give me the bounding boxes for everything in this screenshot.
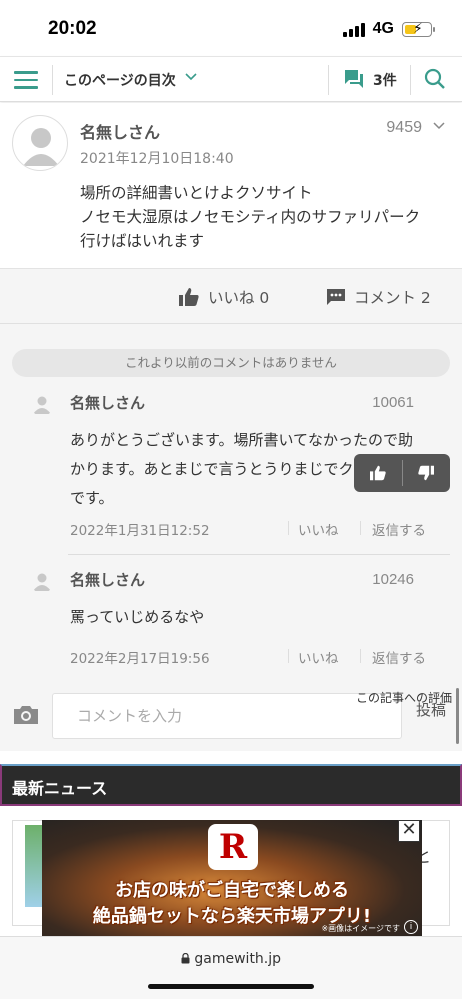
comment-button[interactable]: コメント 2 — [326, 286, 431, 308]
reply-line: ありがとうございます。場所書いてなかったので助 — [70, 431, 414, 449]
like-button[interactable]: いいね 0 — [178, 286, 269, 308]
news-header: 最新ニュース — [0, 764, 462, 806]
divider — [288, 521, 289, 535]
network-type: 4G — [372, 20, 394, 37]
rakuten-ad[interactable]: R お店の味がご自宅で楽しめる 絶品鍋セットなら楽天市場アプリ! ※画像はイメー… — [42, 820, 422, 936]
status-indicators: 4G ⚡ — [342, 20, 435, 38]
ad-line: お店の味がご自宅で楽しめる — [115, 880, 349, 901]
comment-icon — [327, 289, 345, 305]
lock-icon — [181, 952, 190, 964]
article-vote-box — [354, 454, 450, 492]
url-text: gamewith.jp — [194, 951, 282, 967]
status-bar: 20:02 4G ⚡ — [0, 0, 462, 56]
comment-body: 場所の詳細書いとけよクソサイト ノセモ大湿原はノセモシティ内のサファリパーク 行… — [80, 181, 452, 253]
divider — [360, 649, 361, 663]
avatar — [30, 392, 54, 416]
reply-like-button[interactable]: いいね — [298, 647, 339, 667]
divider — [360, 521, 361, 535]
reply-number: 10246 — [372, 571, 414, 588]
signal-icon — [342, 21, 365, 37]
comment-date: 2021年12月10日18:40 — [80, 151, 234, 167]
chevron-down-icon[interactable] — [184, 69, 198, 87]
page-toolbar: このページの目次 3件 — [0, 56, 462, 102]
comment-input[interactable]: コメントを入力 — [52, 693, 402, 739]
comment-line: 場所の詳細書いとけよクソサイト — [80, 184, 313, 202]
toolbar-divider — [328, 65, 329, 95]
comment-label: コメント 2 — [354, 289, 431, 307]
main-comment: 名無しさん 9459 2021年12月10日18:40 場所の詳細書いとけよクソ… — [0, 103, 462, 269]
search-icon[interactable] — [424, 68, 446, 90]
info-icon[interactable]: i — [404, 920, 418, 934]
status-time: 20:02 — [48, 18, 97, 39]
comment-thread: いいね 0 コメント 2 これより以前のコメントはありません 名無しさん 100… — [0, 269, 462, 751]
reply-item: 名無しさん 10246 罵っていじめるなや 2022年2月17日19:56 いい… — [30, 569, 450, 669]
close-icon[interactable]: ✕ — [398, 820, 420, 842]
thumbs-up-icon — [369, 465, 386, 481]
camera-icon[interactable] — [12, 704, 40, 726]
thumbs-down-icon — [418, 465, 435, 481]
comment-author: 名無しさん — [80, 123, 161, 142]
post-button[interactable]: 投稿 — [416, 699, 446, 720]
reply-meta: 2022年2月17日19:56 いいね 返信する — [70, 647, 450, 667]
chevron-down-icon[interactable] — [432, 118, 446, 136]
toolbar-divider — [52, 65, 53, 95]
toolbar-divider — [410, 65, 411, 95]
no-older-comments: これより以前のコメントはありません — [12, 349, 450, 377]
reply-like-button[interactable]: いいね — [298, 519, 339, 539]
battery-icon: ⚡ — [402, 21, 435, 37]
comment-actions: いいね 0 コメント 2 — [0, 269, 462, 324]
reply-date: 2022年1月31日12:52 — [70, 523, 210, 539]
reply-button[interactable]: 返信する — [372, 647, 426, 667]
reply-divider — [68, 554, 450, 555]
reply-line: 罵っていじめるなや — [70, 608, 205, 626]
ad-note: ※画像はイメージです — [321, 924, 400, 933]
browser-bottom-bar: gamewith.jp — [0, 936, 462, 999]
reply-date: 2022年2月17日19:56 — [70, 651, 210, 667]
home-indicator[interactable] — [148, 984, 314, 989]
reply-button[interactable]: 返信する — [372, 519, 426, 539]
comment-input-row: コメントを入力 この記事への評価 投稿 — [0, 689, 462, 751]
toc-button[interactable]: このページの目次 — [64, 70, 176, 90]
reply-author: 名無しさん — [70, 571, 146, 589]
news-header-title: 最新ニュース — [12, 779, 108, 798]
reply-author: 名無しさん — [70, 394, 146, 412]
comment-line: 行けばはいれます — [80, 232, 205, 250]
rakuten-logo: R — [208, 824, 258, 870]
thumbs-up-icon — [179, 288, 199, 306]
divider — [288, 649, 289, 663]
comment-line: ノセモ大湿原はノセモシティ内のサファリパーク — [80, 208, 421, 226]
menu-icon[interactable] — [14, 71, 38, 89]
like-label: いいね 0 — [208, 289, 270, 307]
comment-number: 9459 — [386, 119, 422, 136]
reply-body: 罵っていじめるなや — [70, 603, 450, 632]
vote-down-button[interactable] — [403, 454, 451, 492]
avatar — [30, 569, 54, 593]
comments-icon[interactable] — [342, 68, 366, 90]
url-bar[interactable]: gamewith.jp — [0, 951, 462, 967]
comment-count[interactable]: 3件 — [373, 70, 397, 90]
reply-number: 10061 — [372, 394, 414, 411]
vote-up-button[interactable] — [354, 454, 402, 492]
reply-meta: 2022年1月31日12:52 いいね 返信する — [70, 519, 450, 539]
avatar — [12, 115, 68, 171]
scrollbar[interactable] — [456, 688, 459, 744]
